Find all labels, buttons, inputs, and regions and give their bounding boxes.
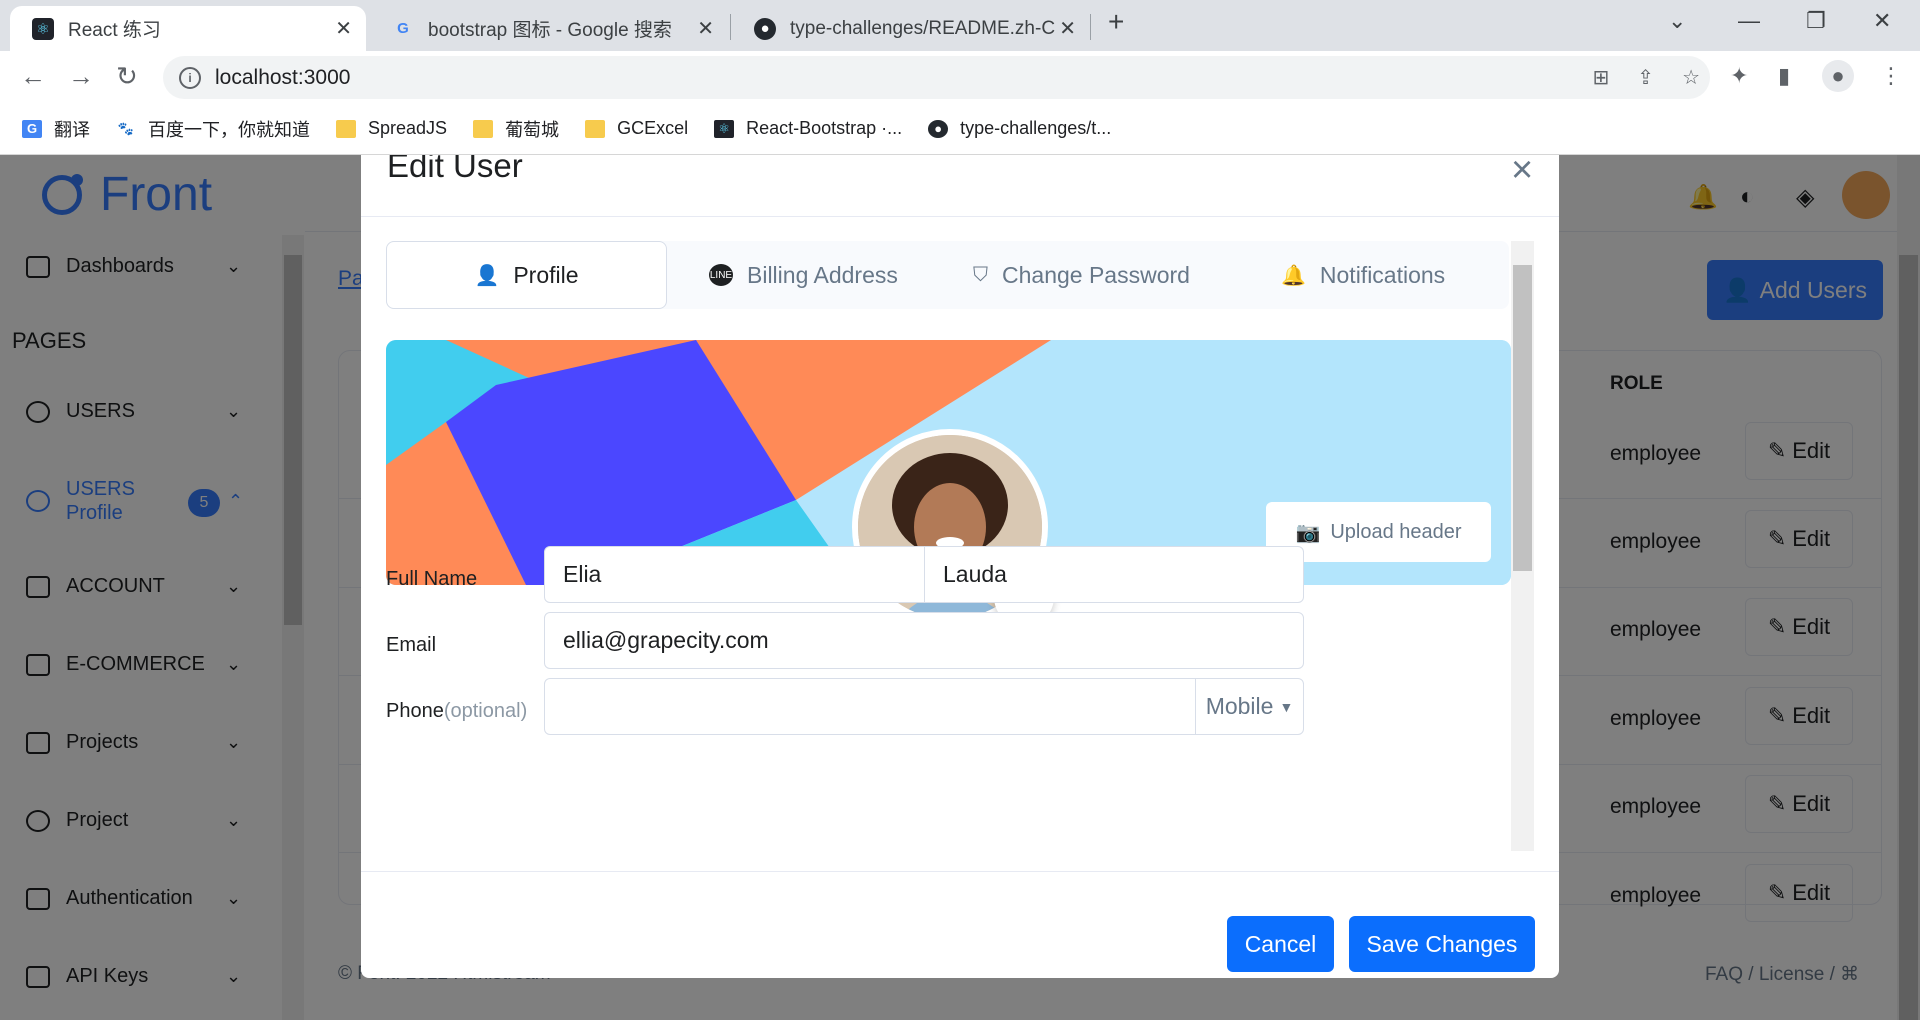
url-text[interactable]: localhost:3000 (215, 66, 350, 90)
tab-separator (730, 14, 731, 40)
folder-icon (336, 119, 356, 138)
tab-google-search[interactable]: G bootstrap 图标 - Google 搜索 ✕ (370, 6, 728, 51)
tab-separator (1090, 14, 1091, 40)
close-window-icon[interactable]: ✕ (1873, 8, 1891, 34)
tab-label: Notifications (1319, 261, 1446, 288)
tab-title: bootstrap 图标 - Google 搜索 (428, 20, 672, 41)
close-tab-icon[interactable]: ✕ (697, 16, 714, 41)
close-icon[interactable]: × (1511, 155, 1533, 192)
modal-body: 👤 Profile LINE Billing Address ⛉ Change Pas… (386, 241, 1534, 851)
bookmark-label: 翻译 (54, 119, 90, 140)
line-icon: LINE (709, 264, 733, 286)
forward-icon[interactable]: → (68, 61, 94, 92)
first-name-input[interactable]: Elia (544, 546, 925, 603)
bookmark-item[interactable]: 葡萄城 (473, 116, 559, 142)
phone-label-text: Phone (386, 700, 444, 722)
bookmark-label: SpreadJS (368, 118, 448, 138)
translate-icon: G (22, 119, 42, 138)
tab-change-password[interactable]: ⛉ Change Password (973, 241, 1190, 309)
browser-toolbar: ← → ↻ i localhost:3000 ⊞ ⇪ ☆ ✦ ▮ ● ⋮ (0, 51, 1920, 103)
scrollbar-thumb[interactable] (1513, 265, 1532, 571)
save-changes-button[interactable]: Save Changes (1349, 916, 1535, 972)
bookmark-label: 百度一下，你就知道 (148, 119, 310, 140)
bookmark-label: type-challenges/t... (960, 118, 1112, 138)
bookmark-item[interactable]: GCExcel (585, 118, 688, 139)
bell-icon: 🔔 (1281, 264, 1306, 287)
bookmark-label: GCExcel (617, 118, 689, 138)
modal-scrollbar[interactable] (1511, 241, 1534, 851)
camera-icon: 📷 (1295, 521, 1321, 544)
profile-icon[interactable]: ● (1822, 60, 1854, 92)
modal-header-divider (361, 216, 1559, 217)
tab-title: React 练习 (68, 20, 161, 41)
back-icon[interactable]: ← (20, 61, 46, 92)
modal-title: Edit User (387, 155, 523, 184)
folder-icon (473, 119, 494, 138)
optional-hint: (optional) (443, 700, 528, 722)
translate-icon[interactable]: ⊞ (1593, 65, 1610, 90)
bookmark-item[interactable]: 🐾 百度一下，你就知道 (116, 116, 310, 142)
restore-icon[interactable]: ❐ (1806, 8, 1826, 34)
site-info-icon[interactable]: i (179, 66, 201, 89)
baidu-icon: 🐾 (117, 120, 135, 136)
bookmark-item[interactable]: SpreadJS (336, 118, 447, 139)
tab-search-icon[interactable]: ⌄ (1668, 8, 1686, 34)
react-icon: ⚛ (32, 17, 54, 40)
tab-label: Profile (513, 261, 579, 288)
full-name-label: Full Name (386, 568, 478, 590)
caret-down-icon: ▼ (1279, 698, 1294, 715)
tab-billing-address[interactable]: LINE Billing Address (709, 241, 898, 309)
upload-header-label: Upload header (1330, 520, 1462, 543)
edit-user-modal: Edit User × 👤 Profile LINE Billing Address… (361, 155, 1559, 978)
tab-title: type-challenges/README.zh-C (790, 17, 1056, 39)
reload-icon[interactable]: ↻ (116, 61, 138, 92)
modal-footer-divider (361, 871, 1559, 872)
bookmark-item[interactable]: G 翻译 (22, 116, 90, 142)
new-tab-button[interactable]: + (1108, 6, 1124, 38)
menu-icon[interactable]: ⋮ (1880, 63, 1902, 89)
react-bootstrap-icon: ⚛ (714, 119, 735, 138)
bookmark-item[interactable]: ⚛ React-Bootstrap ·... (714, 118, 902, 139)
close-tab-icon[interactable]: ✕ (1059, 16, 1076, 41)
bookmark-label: React-Bootstrap ·... (746, 118, 903, 138)
bookmark-label: 葡萄城 (505, 119, 560, 140)
bookmark-star-icon[interactable]: ☆ (1682, 65, 1700, 90)
phone-input[interactable] (544, 678, 1196, 735)
email-field[interactable]: ellia@grapecity.com (544, 612, 1304, 669)
side-panel-icon[interactable]: ▮ (1778, 63, 1790, 89)
tab-profile[interactable]: 👤 Profile (386, 241, 667, 309)
share-icon[interactable]: ⇪ (1637, 65, 1654, 90)
tab-type-challenges[interactable]: ● type-challenges/README.zh-C ✕ (732, 6, 1090, 51)
phone-type-select[interactable]: Mobile ▼ (1195, 678, 1304, 735)
tab-label: Change Password (1002, 261, 1190, 288)
bookmark-item[interactable]: ● type-challenges/t... (928, 118, 1111, 139)
tab-react[interactable]: ⚛ React 练习 ✕ (10, 6, 366, 51)
address-bar[interactable]: i localhost:3000 ⊞ ⇪ ☆ (163, 56, 1710, 99)
tab-label: Billing Address (747, 261, 898, 288)
extensions-icon[interactable]: ✦ (1730, 63, 1748, 89)
last-name-input[interactable]: Lauda (924, 546, 1304, 603)
browser-tab-strip: ⚛ React 练习 ✕ G bootstrap 图标 - Google 搜索 … (0, 0, 1920, 51)
person-icon: 👤 (474, 264, 500, 287)
google-icon: G (397, 20, 409, 37)
folder-icon (585, 119, 606, 138)
close-tab-icon[interactable]: ✕ (335, 16, 352, 41)
phone-label: Phone(optional) (386, 700, 527, 723)
modal-tabs: 👤 Profile LINE Billing Address ⛉ Change Pas… (386, 241, 1509, 309)
github-icon: ● (928, 119, 949, 138)
tab-notifications[interactable]: 🔔 Notifications (1281, 241, 1445, 309)
bookmarks-bar: G 翻译 🐾 百度一下，你就知道 SpreadJS 葡萄城 GCExcel ⚛ Rea… (0, 103, 1920, 155)
cancel-button[interactable]: Cancel (1227, 916, 1334, 972)
phone-type-value: Mobile (1205, 693, 1274, 719)
email-label: Email (386, 634, 437, 656)
shield-icon: ⛉ (973, 263, 988, 286)
github-icon: ● (754, 17, 776, 40)
minimize-icon[interactable]: — (1738, 8, 1760, 34)
